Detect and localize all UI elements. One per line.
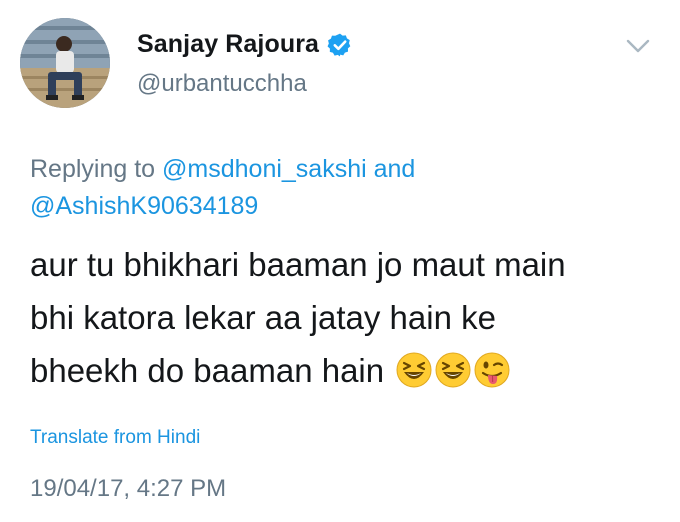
tweet-card: Sanjay Rajoura @urbantucchha Replying to… (0, 0, 680, 522)
author-name-row[interactable]: Sanjay Rajoura (137, 30, 353, 59)
replying-prefix: Replying to (30, 155, 156, 183)
author-handle[interactable]: @urbantucchha (137, 70, 307, 98)
chevron-down-icon[interactable] (626, 38, 650, 54)
tweet-text-line: bheekh do baaman hain (30, 352, 385, 389)
avatar[interactable] (20, 18, 110, 108)
replying-to: Replying to @msdhoni_sakshi and @AshishK… (30, 151, 630, 225)
translate-link[interactable]: Translate from Hindi (30, 427, 200, 449)
winking-tongue-emoji-icon (474, 350, 510, 388)
author-name[interactable]: Sanjay Rajoura (137, 30, 319, 59)
laughing-face-emoji-icon (396, 350, 432, 388)
replying-conjunction: and (373, 155, 416, 183)
tweet-text-line: aur tu bhikhari baaman jo maut main (30, 246, 566, 283)
mention-link[interactable]: @AshishK90634189 (30, 192, 258, 220)
verified-badge-icon (327, 32, 353, 58)
laughing-face-emoji-icon (435, 350, 471, 388)
mention-link[interactable]: @msdhoni_sakshi (162, 155, 367, 183)
timestamp[interactable]: 19/04/17, 4:27 PM (30, 475, 226, 503)
tweet-text-line: bhi katora lekar aa jatay hain ke (30, 299, 496, 336)
tweet-text: aur tu bhikhari baaman jo maut main bhi … (30, 238, 660, 397)
